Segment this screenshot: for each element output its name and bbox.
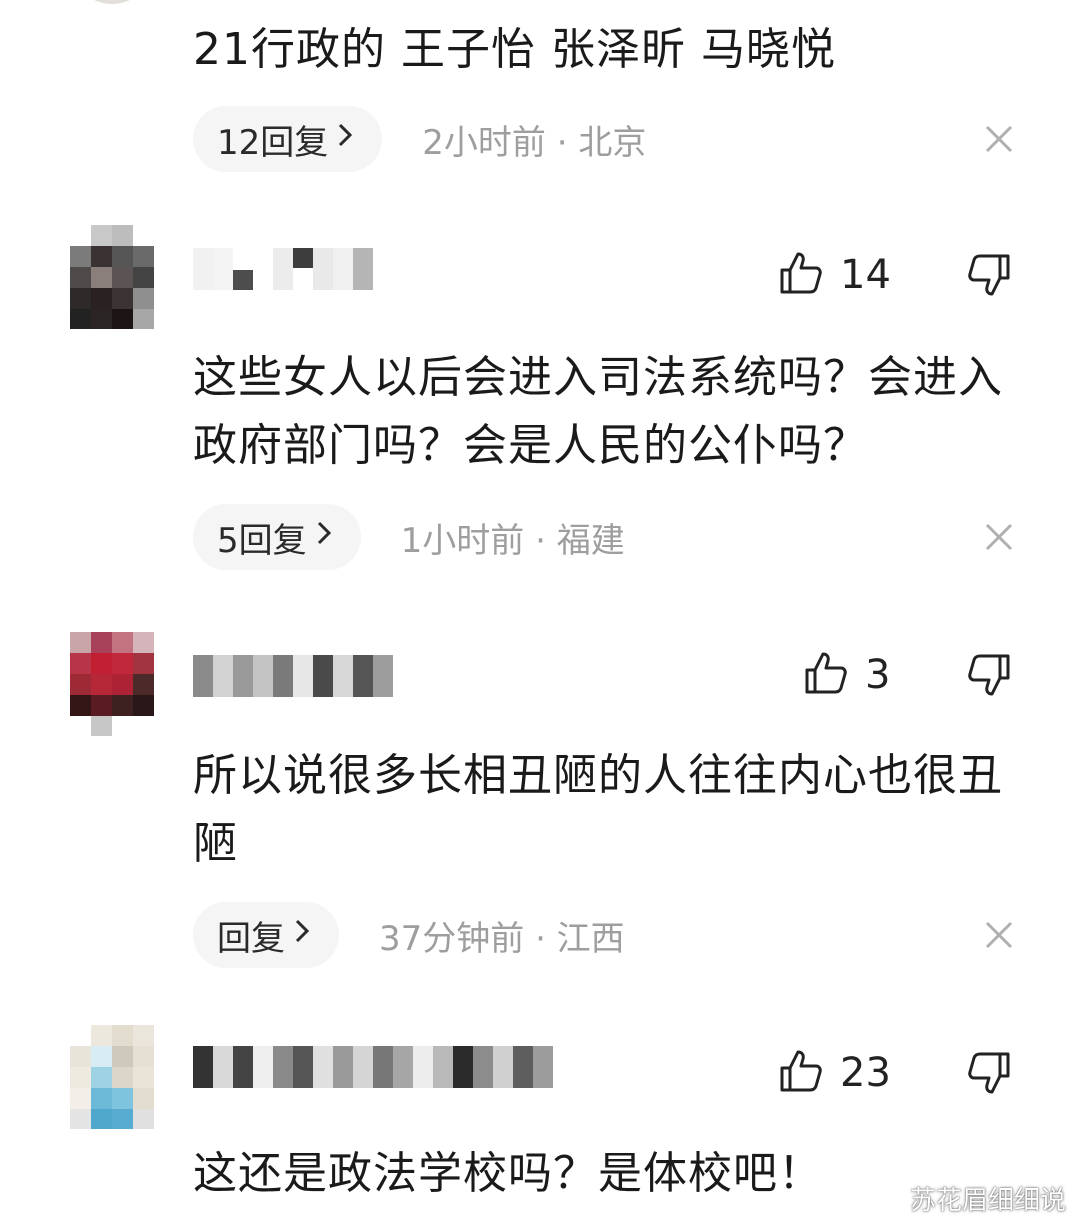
comment-meta: 5回复 1小时前 · 福建 xyxy=(193,504,625,570)
chevron-right-icon xyxy=(336,121,354,157)
comment-text: 21行政的 王子怡 张泽昕 马晓悦 xyxy=(193,24,836,75)
watermark: 苏花眉细细说 xyxy=(909,1186,1066,1216)
close-icon[interactable] xyxy=(984,124,1014,154)
like-count: 3 xyxy=(865,652,891,698)
chevron-right-icon xyxy=(293,917,311,953)
reply-count-label: 5回复 xyxy=(217,520,307,561)
reply-button[interactable]: 12回复 xyxy=(193,106,383,172)
chevron-right-icon xyxy=(315,519,333,555)
time-location: 1小时前 · 福建 xyxy=(400,520,625,561)
thumbs-up-icon xyxy=(778,1048,824,1098)
like-button[interactable]: 14 xyxy=(778,250,891,300)
like-button[interactable]: 23 xyxy=(778,1048,891,1098)
comment-text: 所以说很多长相丑陋的人往往内心也很丑陋 xyxy=(193,750,1003,869)
comment-text: 这还是政法学校吗？是体校吧！ xyxy=(193,1148,823,1199)
reply-count-label: 12回复 xyxy=(217,122,329,163)
thumbs-up-icon xyxy=(803,650,849,700)
like-button[interactable]: 3 xyxy=(803,650,890,700)
thumbs-down-icon xyxy=(966,254,1012,302)
reply-button[interactable]: 5回复 xyxy=(193,504,361,570)
comment-text: 这些女人以后会进入司法系统吗？会进入政府部门吗？会是人民的公仆吗？ xyxy=(193,352,1003,471)
avatar[interactable] xyxy=(70,632,154,736)
avatar[interactable] xyxy=(70,1025,154,1129)
username[interactable] xyxy=(193,655,393,697)
username[interactable] xyxy=(193,1046,553,1088)
comment-meta: 12回复 2小时前 · 北京 xyxy=(193,106,646,172)
thumbs-down-icon xyxy=(966,1052,1012,1100)
reply-count-label: 回复 xyxy=(217,918,285,959)
close-icon[interactable] xyxy=(984,920,1014,950)
dislike-button[interactable] xyxy=(966,1050,1012,1100)
like-count: 14 xyxy=(840,252,891,298)
like-count: 23 xyxy=(840,1050,891,1096)
comment-meta: 回复 37分钟前 · 江西 xyxy=(193,902,625,968)
thumbs-up-icon xyxy=(778,250,824,300)
reply-button[interactable]: 回复 xyxy=(193,902,339,968)
time-location: 37分钟前 · 江西 xyxy=(379,918,625,959)
dislike-button[interactable] xyxy=(966,252,1012,302)
username[interactable] xyxy=(193,248,373,290)
close-icon[interactable] xyxy=(984,522,1014,552)
time-location: 2小时前 · 北京 xyxy=(422,122,647,163)
avatar[interactable] xyxy=(70,225,154,329)
avatar xyxy=(70,0,154,4)
thumbs-down-icon xyxy=(966,654,1012,702)
dislike-button[interactable] xyxy=(966,652,1012,702)
